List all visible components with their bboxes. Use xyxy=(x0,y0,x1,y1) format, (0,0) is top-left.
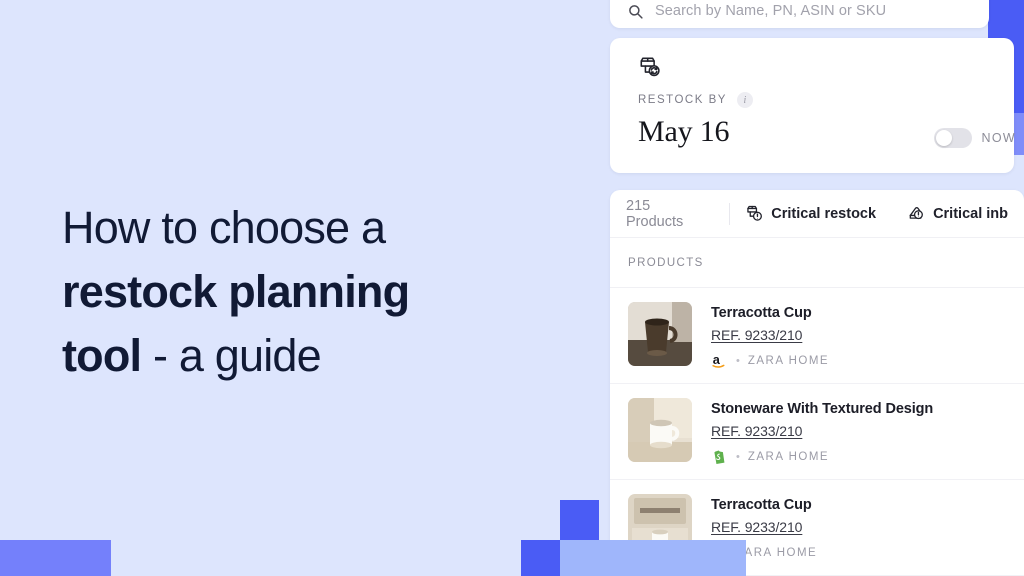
app-mockup: RESTOCK BY i May 16 NOW 215 Products xyxy=(610,0,1024,576)
tab-critical-restock[interactable]: Critical restock xyxy=(730,205,892,222)
list-tabs: 215 Products Critical restock Critical i… xyxy=(610,190,1024,238)
table-row[interactable]: Stoneware With Textured Design REF. 9233… xyxy=(610,384,1024,480)
tab-critical-restock-label: Critical restock xyxy=(771,205,877,222)
slide-canvas: How to choose a restock planning tool - … xyxy=(0,0,1024,576)
decorative-block-bottom-left xyxy=(0,540,111,576)
critical-restock-icon xyxy=(747,205,763,221)
headline-line-2: restock planning xyxy=(62,265,410,317)
decorative-block-bottom-mid-left xyxy=(521,540,560,576)
headline-line-3-rest: - a guide xyxy=(141,329,322,381)
product-thumbnail xyxy=(628,398,692,462)
restock-now-toggle-group[interactable]: NOW xyxy=(933,128,1016,148)
restock-box-refresh-icon xyxy=(640,57,660,77)
product-meta: a • ZARA HOME xyxy=(711,352,829,369)
product-name: Terracotta Cup xyxy=(711,305,812,321)
search-icon xyxy=(629,5,643,19)
product-brand: ZARA HOME xyxy=(747,450,830,463)
amazon-icon: a xyxy=(712,352,725,368)
product-count-label: 215 Products xyxy=(626,197,684,230)
shopify-icon xyxy=(714,450,725,464)
decorative-block-bottom-bar xyxy=(560,540,746,576)
restock-by-card: RESTOCK BY i May 16 xyxy=(610,38,1014,173)
page-title: How to choose a restock planning tool - … xyxy=(62,196,562,388)
decorative-block-bottom-mid-upper xyxy=(560,500,599,540)
product-brand: ZARA HOME xyxy=(736,546,818,559)
dark-terracotta-mug-image xyxy=(628,302,692,366)
tab-critical-inbound[interactable]: Critical inb xyxy=(892,205,1024,222)
product-info: Stoneware With Textured Design REF. 9233… xyxy=(711,398,933,465)
tab-critical-inbound-label: Critical inb xyxy=(933,205,1008,222)
headline-line-3-bold: tool xyxy=(62,329,142,381)
meta-separator-dot: • xyxy=(736,354,740,367)
white-ceramic-mug-image xyxy=(628,398,692,462)
product-ref[interactable]: REF. 9233/210 xyxy=(711,327,829,343)
product-name: Stoneware With Textured Design xyxy=(711,401,934,417)
search-input[interactable] xyxy=(655,3,975,19)
restock-label-row: RESTOCK BY i xyxy=(638,92,1014,108)
product-meta: • ZARA HOME xyxy=(711,448,933,465)
info-icon[interactable]: i xyxy=(736,92,753,108)
product-ref[interactable]: REF. 9233/210 xyxy=(711,519,817,535)
headline-line-1: How to choose a xyxy=(62,202,386,253)
product-info: Terracotta Cup REF. 9233/210 a • ZARA HO… xyxy=(711,302,829,369)
search-bar[interactable] xyxy=(610,0,989,28)
critical-inbound-icon xyxy=(909,207,924,220)
svg-text:a: a xyxy=(713,352,721,367)
now-toggle-label: NOW xyxy=(981,131,1016,145)
product-ref[interactable]: REF. 9233/210 xyxy=(711,423,933,439)
table-row[interactable]: Terracotta Cup REF. 9233/210 a • ZARA HO… xyxy=(610,288,1024,384)
product-name: Terracotta Cup xyxy=(711,497,812,513)
now-toggle-switch[interactable] xyxy=(933,128,972,148)
products-section-header: PRODUCTS xyxy=(610,238,1024,288)
product-brand: ZARA HOME xyxy=(747,354,830,367)
meta-separator-dot: • xyxy=(736,450,740,463)
product-list-card: 215 Products Critical restock Critical i… xyxy=(610,190,1024,576)
restock-by-label: RESTOCK BY xyxy=(638,94,727,106)
product-thumbnail xyxy=(628,302,692,366)
